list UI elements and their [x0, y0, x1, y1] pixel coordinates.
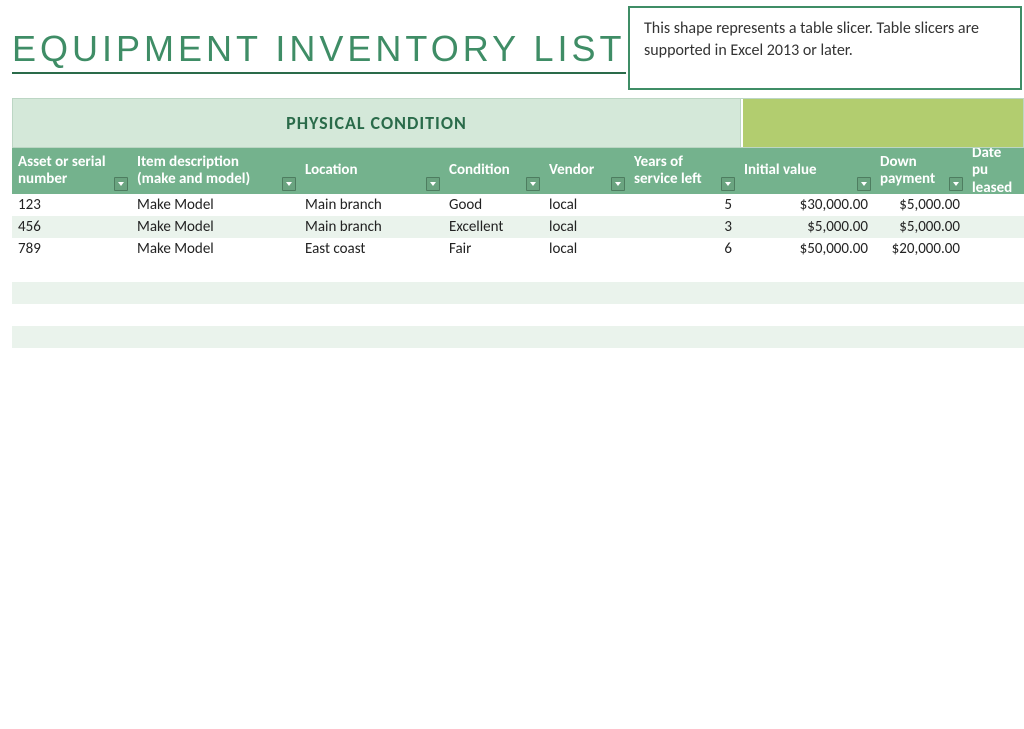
col-header-vendor-label: Vendor	[549, 162, 594, 179]
cell-asset: 456	[12, 216, 131, 238]
col-header-condition: Condition	[443, 148, 543, 194]
cell-down-payment: $5,000.00	[874, 216, 966, 238]
cell-condition: Excellent	[443, 216, 543, 238]
filter-button-description[interactable]	[282, 177, 296, 191]
table-body: 123 Make Model Main branch Good local 5 …	[12, 194, 1024, 348]
cell-vendor: local	[543, 216, 628, 238]
filter-button-years[interactable]	[721, 177, 735, 191]
col-header-asset-label: Asset or serial number	[18, 154, 106, 189]
cell-years: 6	[628, 238, 738, 260]
cell-location: Main branch	[299, 194, 443, 216]
empty-row-shaded	[12, 326, 1024, 348]
cell-vendor: local	[543, 194, 628, 216]
col-header-vendor: Vendor	[543, 148, 628, 194]
cell-location: Main branch	[299, 216, 443, 238]
cell-vendor: local	[543, 238, 628, 260]
col-header-asset: Asset or serial number	[12, 148, 131, 194]
section-bar: PHYSICAL CONDITION	[12, 98, 1024, 148]
col-header-date-label: Date pu leased	[972, 148, 1018, 194]
empty-row-shaded	[12, 282, 1024, 304]
col-header-description-label: Item description (make and model)	[137, 154, 250, 189]
cell-description: Make Model	[131, 194, 299, 216]
empty-row	[12, 260, 1024, 282]
filter-button-vendor[interactable]	[611, 177, 625, 191]
page-title: EQUIPMENT INVENTORY LIST	[12, 28, 625, 70]
cell-condition: Fair	[443, 238, 543, 260]
section-right-band	[741, 99, 1023, 147]
table-row[interactable]: 123 Make Model Main branch Good local 5 …	[12, 194, 1024, 216]
title-underline	[12, 72, 626, 74]
col-header-down-payment: Down payment	[874, 148, 966, 194]
filter-button-asset[interactable]	[114, 177, 128, 191]
col-header-location-label: Location	[305, 162, 358, 179]
col-header-down-payment-label: Down payment	[880, 154, 935, 189]
col-header-years: Years of service left	[628, 148, 738, 194]
cell-location: East coast	[299, 238, 443, 260]
table-row[interactable]: 789 Make Model East coast Fair local 6 $…	[12, 238, 1024, 260]
cell-years: 5	[628, 194, 738, 216]
table-row[interactable]: 456 Make Model Main branch Excellent loc…	[12, 216, 1024, 238]
cell-date	[966, 194, 1024, 216]
cell-date	[966, 216, 1024, 238]
filter-button-initial-value[interactable]	[857, 177, 871, 191]
filter-button-down-payment[interactable]	[949, 177, 963, 191]
cell-down-payment: $5,000.00	[874, 194, 966, 216]
cell-years: 3	[628, 216, 738, 238]
cell-initial-value: $5,000.00	[738, 216, 874, 238]
table-header-row: Asset or serial number Item description …	[12, 148, 1024, 194]
slicer-placeholder: This shape represents a table slicer. Ta…	[628, 6, 1022, 90]
cell-initial-value: $50,000.00	[738, 238, 874, 260]
col-header-description: Item description (make and model)	[131, 148, 299, 194]
col-header-condition-label: Condition	[449, 162, 510, 179]
col-header-date: Date pu leased	[966, 148, 1024, 194]
cell-description: Make Model	[131, 216, 299, 238]
section-physical-condition: PHYSICAL CONDITION	[13, 99, 741, 147]
col-header-years-label: Years of service left	[634, 154, 702, 189]
cell-date	[966, 238, 1024, 260]
col-header-location: Location	[299, 148, 443, 194]
col-header-initial-value: Initial value	[738, 148, 874, 194]
cell-initial-value: $30,000.00	[738, 194, 874, 216]
col-header-initial-value-label: Initial value	[744, 162, 817, 179]
cell-condition: Good	[443, 194, 543, 216]
cell-description: Make Model	[131, 238, 299, 260]
cell-down-payment: $20,000.00	[874, 238, 966, 260]
cell-asset: 789	[12, 238, 131, 260]
empty-row	[12, 304, 1024, 326]
filter-button-condition[interactable]	[526, 177, 540, 191]
cell-asset: 123	[12, 194, 131, 216]
filter-button-location[interactable]	[426, 177, 440, 191]
